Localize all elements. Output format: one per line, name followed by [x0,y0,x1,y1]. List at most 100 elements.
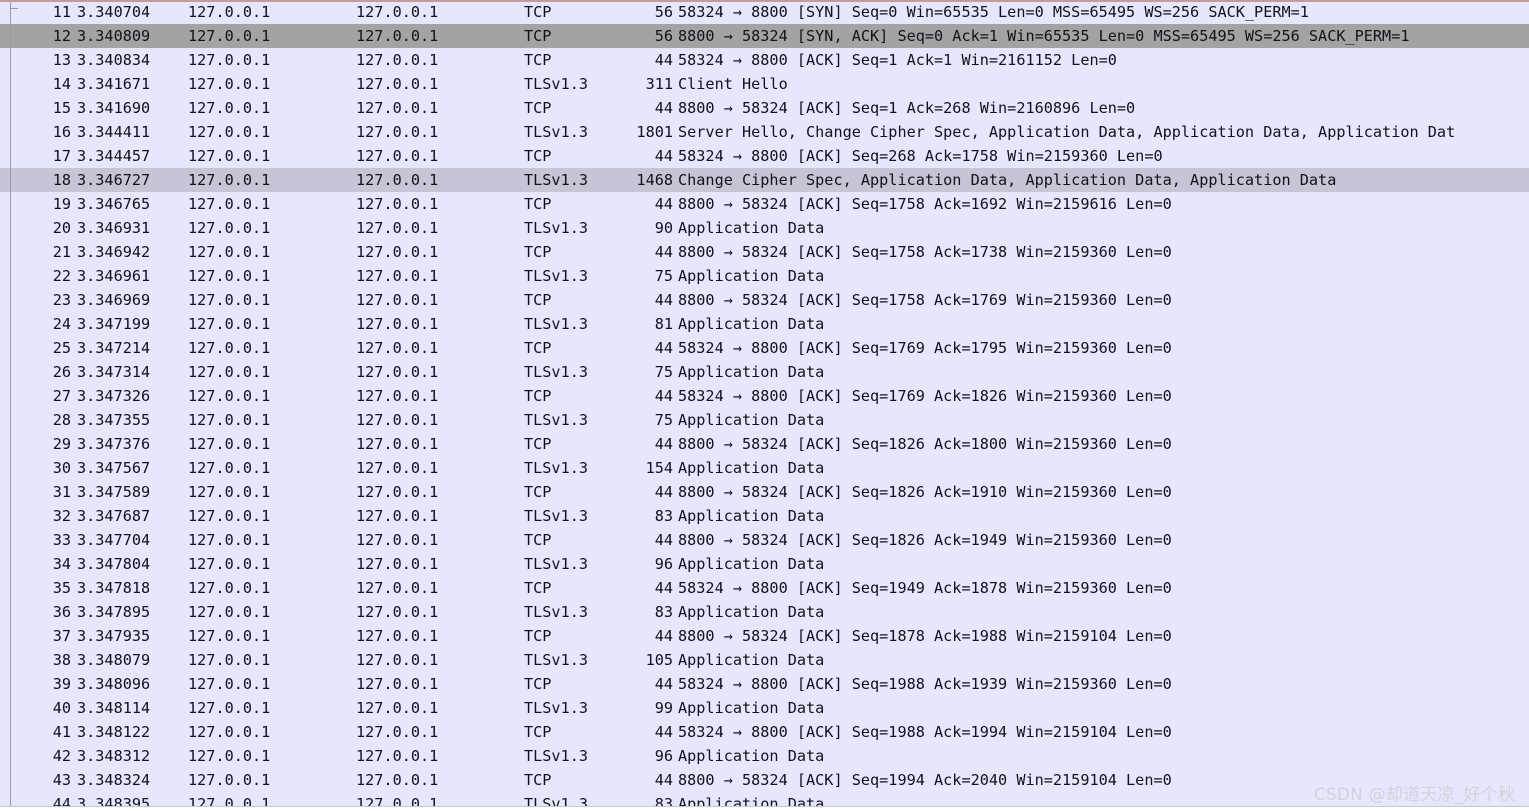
packet-info: Application Data [678,315,825,333]
packet-number: 14 [52,75,71,93]
packet-row[interactable]: 20 3.346931 127.0.0.1 127.0.0.1 TLSv1.3 90 App… [0,216,1529,240]
packet-time: 3.347895 [77,603,151,621]
packet-length: 44 [654,99,673,117]
watermark: CSDN @却道天凉_好个秋 [1313,785,1515,805]
packet-protocol: TCP [524,195,552,213]
packet-number: 22 [52,267,71,285]
packet-length: 44 [654,339,673,357]
packet-row[interactable]: 25 3.347214 127.0.0.1 127.0.0.1 TCP 44 58324 →… [0,336,1529,360]
packet-row[interactable]: 27 3.347326 127.0.0.1 127.0.0.1 TCP 44 58324 →… [0,384,1529,408]
packet-info: Application Data [678,363,825,381]
packet-time: 3.340704 [77,3,151,21]
packet-row[interactable]: 42 3.348312 127.0.0.1 127.0.0.1 TLSv1.3 96 App… [0,744,1529,768]
packet-protocol: TLSv1.3 [524,747,589,765]
packet-number: 11 [52,3,71,21]
packet-length: 1801 [636,123,673,141]
packet-protocol: TCP [524,147,552,165]
packet-protocol: TCP [524,339,552,357]
packet-protocol: TCP [524,483,552,501]
packet-time: 3.346931 [77,219,151,237]
packet-length: 44 [654,387,673,405]
packet-number: 34 [52,555,71,573]
packet-row[interactable]: 37 3.347935 127.0.0.1 127.0.0.1 TCP 44 8800 → … [0,624,1529,648]
packet-length: 99 [654,699,673,717]
packet-row[interactable]: 39 3.348096 127.0.0.1 127.0.0.1 TCP 44 58324 →… [0,672,1529,696]
packet-row[interactable]: 11 3.340704 127.0.0.1 127.0.0.1 TCP 56 58324 →… [0,0,1529,24]
packet-row[interactable]: 24 3.347199 127.0.0.1 127.0.0.1 TLSv1.3 81 App… [0,312,1529,336]
packet-length: 96 [654,747,673,765]
packet-info: 8800 → 58324 [ACK] Seq=1758 Ack=1769 Win… [678,291,1172,309]
packet-time: 3.347355 [77,411,151,429]
packet-row[interactable]: 17 3.344457 127.0.0.1 127.0.0.1 TCP 44 58324 →… [0,144,1529,168]
packet-row[interactable]: 40 3.348114 127.0.0.1 127.0.0.1 TLSv1.3 99 App… [0,696,1529,720]
packet-number: 20 [52,219,71,237]
packet-source: 127.0.0.1 [188,435,271,453]
packet-number: 21 [52,243,71,261]
packet-time: 3.348122 [77,723,151,741]
packet-length: 83 [654,507,673,525]
packet-row[interactable]: 28 3.347355 127.0.0.1 127.0.0.1 TLSv1.3 75 App… [0,408,1529,432]
packet-row[interactable]: 26 3.347314 127.0.0.1 127.0.0.1 TLSv1.3 75 App… [0,360,1529,384]
packet-time: 3.346969 [77,291,151,309]
packet-row[interactable]: 23 3.346969 127.0.0.1 127.0.0.1 TCP 44 8800 → … [0,288,1529,312]
packet-source: 127.0.0.1 [188,315,271,333]
packet-info: Server Hello, Change Cipher Spec, Applic… [678,123,1456,141]
packet-row[interactable]: 35 3.347818 127.0.0.1 127.0.0.1 TCP 44 58324 →… [0,576,1529,600]
packet-protocol: TCP [524,387,552,405]
packet-row[interactable]: 21 3.346942 127.0.0.1 127.0.0.1 TCP 44 8800 → … [0,240,1529,264]
packet-row[interactable]: 36 3.347895 127.0.0.1 127.0.0.1 TLSv1.3 83 App… [0,600,1529,624]
packet-row[interactable]: 33 3.347704 127.0.0.1 127.0.0.1 TCP 44 8800 → … [0,528,1529,552]
top-border [0,0,1529,2]
packet-source: 127.0.0.1 [188,723,271,741]
packet-info: 8800 → 58324 [SYN, ACK] Seq=0 Ack=1 Win=… [678,27,1410,45]
packet-length: 75 [654,267,673,285]
packet-row[interactable]: 30 3.347567 127.0.0.1 127.0.0.1 TLSv1.3 154 Ap… [0,456,1529,480]
packet-list-pane[interactable]: 11 3.340704 127.0.0.1 127.0.0.1 TCP 56 58324 →… [0,0,1529,811]
packet-row[interactable]: 29 3.347376 127.0.0.1 127.0.0.1 TCP 44 8800 → … [0,432,1529,456]
packet-row[interactable]: 15 3.341690 127.0.0.1 127.0.0.1 TCP 44 8800 → … [0,96,1529,120]
horizontal-scrollbar-area[interactable] [0,806,1529,811]
packet-number: 12 [52,27,71,45]
packet-number: 18 [52,171,71,189]
packet-time: 3.341671 [77,75,151,93]
packet-protocol: TLSv1.3 [524,699,589,717]
packet-row[interactable]: 43 3.348324 127.0.0.1 127.0.0.1 TCP 44 8800 → … [0,768,1529,792]
packet-source: 127.0.0.1 [188,531,271,549]
packet-number: 19 [52,195,71,213]
packet-row[interactable]: 13 3.340834 127.0.0.1 127.0.0.1 TCP 44 58324 →… [0,48,1529,72]
packet-source: 127.0.0.1 [188,3,271,21]
packet-row[interactable]: 41 3.348122 127.0.0.1 127.0.0.1 TCP 44 58324 →… [0,720,1529,744]
packet-destination: 127.0.0.1 [356,651,439,669]
packet-row[interactable]: 18 3.346727 127.0.0.1 127.0.0.1 TLSv1.3 1468 C… [0,168,1529,192]
packet-source: 127.0.0.1 [188,147,271,165]
packet-destination: 127.0.0.1 [356,315,439,333]
packet-number: 41 [52,723,71,741]
packet-length: 75 [654,363,673,381]
packet-destination: 127.0.0.1 [356,339,439,357]
packet-info: Application Data [678,603,825,621]
packet-row[interactable]: 16 3.344411 127.0.0.1 127.0.0.1 TLSv1.3 1801 S… [0,120,1529,144]
packet-number: 24 [52,315,71,333]
packet-row[interactable]: 34 3.347804 127.0.0.1 127.0.0.1 TLSv1.3 96 App… [0,552,1529,576]
packet-row[interactable]: 19 3.346765 127.0.0.1 127.0.0.1 TCP 44 8800 → … [0,192,1529,216]
packet-row[interactable]: 38 3.348079 127.0.0.1 127.0.0.1 TLSv1.3 105 Ap… [0,648,1529,672]
packet-row[interactable]: 32 3.347687 127.0.0.1 127.0.0.1 TLSv1.3 83 App… [0,504,1529,528]
packet-destination: 127.0.0.1 [356,51,439,69]
packet-protocol: TCP [524,99,552,117]
packet-info: Application Data [678,459,825,477]
packet-info: Application Data [678,507,825,525]
packet-row[interactable]: 22 3.346961 127.0.0.1 127.0.0.1 TLSv1.3 75 App… [0,264,1529,288]
packet-destination: 127.0.0.1 [356,699,439,717]
packet-row[interactable]: 31 3.347589 127.0.0.1 127.0.0.1 TCP 44 8800 → … [0,480,1529,504]
packet-number: 27 [52,387,71,405]
packet-row[interactable]: 12 3.340809 127.0.0.1 127.0.0.1 TCP 56 8800 → … [0,24,1529,48]
packet-length: 44 [654,723,673,741]
packet-time: 3.347314 [77,363,151,381]
packet-number: 35 [52,579,71,597]
packet-time: 3.347935 [77,627,151,645]
packet-protocol: TLSv1.3 [524,75,589,93]
packet-protocol: TLSv1.3 [524,267,589,285]
packet-protocol: TCP [524,723,552,741]
packet-row[interactable]: 14 3.341671 127.0.0.1 127.0.0.1 TLSv1.3 311 Cl… [0,72,1529,96]
packet-info: Application Data [678,411,825,429]
